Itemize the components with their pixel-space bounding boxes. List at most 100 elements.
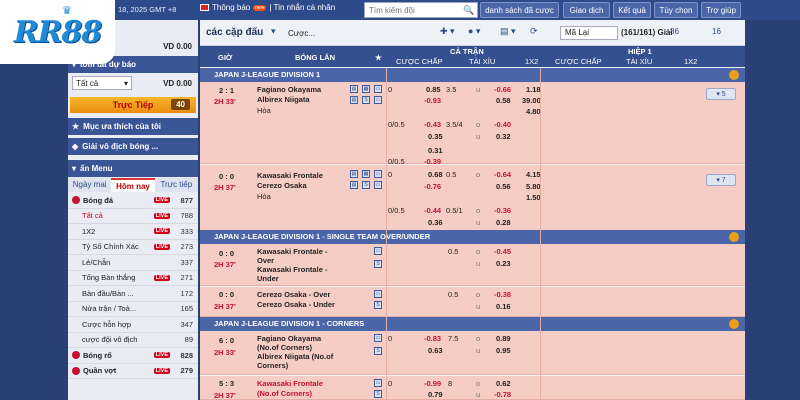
star-icon[interactable]: ★ (375, 53, 382, 62)
search-input[interactable] (365, 3, 461, 17)
odds[interactable]: 0.63 (428, 346, 443, 355)
odds[interactable]: 39.00 (522, 96, 541, 105)
notice-area[interactable]: Thông báo new | Tin nhắn cá nhân (200, 3, 335, 12)
s-icon[interactable]: S (362, 96, 370, 104)
tab-tomorrow[interactable]: Ngày mai (68, 178, 112, 192)
info-icon[interactable]: ● ▾ (468, 26, 480, 37)
odds[interactable]: -0.76 (424, 182, 441, 191)
odds[interactable]: -0.99 (424, 379, 441, 388)
league-header[interactable]: JAPAN J-LEAGUE DIVISION 1 - CORNERS (200, 317, 745, 331)
odds[interactable]: -0.38 (494, 290, 511, 299)
odds[interactable]: 5.80 (526, 182, 541, 191)
odds[interactable]: 0.95 (496, 346, 511, 355)
league-header[interactable]: JAPAN J-LEAGUE DIVISION 1 (200, 68, 745, 82)
odds[interactable]: -0.36 (494, 206, 511, 215)
favorites-header[interactable]: ★ Mục ưa thích của tôi (68, 118, 198, 135)
stats-icon[interactable]: ▤ (350, 96, 358, 104)
s-icon[interactable]: S (362, 181, 370, 189)
sidebar-item[interactable]: Bóng rổ LIVE 828 (68, 348, 198, 364)
search-icon[interactable]: 🔍 (461, 3, 477, 17)
stats-icon[interactable]: ▤ (350, 181, 358, 189)
odds[interactable]: -0.44 (424, 206, 441, 215)
odds[interactable]: 0.23 (496, 259, 511, 268)
chevron-down-icon[interactable]: ▾ (271, 26, 276, 37)
tv-icon[interactable]: ▭ (374, 170, 382, 178)
logo[interactable]: ♛ RR88 (0, 0, 115, 64)
odds[interactable]: 0.85 (426, 85, 441, 94)
stats-icon[interactable]: ▤ (350, 85, 358, 93)
odds[interactable]: -0.66 (494, 85, 511, 94)
s-icon[interactable]: S (374, 390, 382, 398)
notice-link[interactable]: Thông báo (212, 3, 250, 12)
sidebar-item[interactable]: Tổng Bàn thắng LIVE 271 (68, 271, 198, 286)
add-icon[interactable]: ✚ ▾ (440, 26, 455, 37)
search-box[interactable]: 🔍 (364, 2, 478, 18)
refresh-icon[interactable] (729, 319, 739, 329)
odds[interactable]: 0.58 (496, 96, 511, 105)
tv-icon[interactable]: ▭ (374, 247, 382, 255)
s-icon[interactable]: S (374, 301, 382, 309)
refresh-icon[interactable]: ⟳ (530, 26, 538, 37)
odds[interactable]: 0.62 (496, 379, 511, 388)
sidebar-item[interactable]: cược đội vô địch 89 (68, 333, 198, 348)
tab-today[interactable]: Hôm nay (111, 178, 155, 192)
odds[interactable]: -0.40 (494, 120, 511, 129)
odds[interactable]: 0.32 (496, 132, 511, 141)
options-button[interactable]: Tùy chọn (654, 2, 698, 18)
field-icon[interactable]: ▦ (362, 85, 370, 93)
more-bets-button[interactable]: ▾ 7 (706, 174, 736, 186)
tv-icon[interactable]: ▭ (374, 290, 382, 298)
champion-header[interactable]: ◆ Giải vô địch bóng ... (68, 138, 198, 155)
odds[interactable]: -0.43 (424, 120, 441, 129)
s-icon[interactable]: S (374, 260, 382, 268)
sidebar-item[interactable]: Bóng đá LIVE 877 (68, 193, 198, 209)
tv-icon[interactable]: ▭ (374, 181, 382, 189)
sidebar-item[interactable]: Nửa trận / Toà... 165 (68, 302, 198, 317)
refresh-icon[interactable] (729, 232, 739, 242)
more-bets-button[interactable]: ▾ 5 (706, 88, 736, 100)
league-count[interactable]: (161/161) Giải (621, 28, 673, 37)
odds[interactable]: 0.79 (428, 390, 443, 399)
layout-icon[interactable]: ▤ ▾ (500, 26, 516, 37)
odds[interactable]: -0.64 (494, 170, 511, 179)
odds[interactable]: 0.36 (428, 218, 443, 227)
odds[interactable]: -0.93 (424, 96, 441, 105)
odds[interactable]: 0.35 (428, 132, 443, 141)
odds[interactable]: 0.89 (496, 334, 511, 343)
live-button[interactable]: Trực Tiếp 40 (70, 97, 196, 113)
odds[interactable]: -0.45 (494, 247, 511, 256)
sidebar-item[interactable]: Tỷ Số Chính Xác LIVE 273 (68, 240, 198, 255)
bet-list-button[interactable]: danh sách đã cược (480, 2, 559, 18)
odds[interactable]: -0.83 (424, 334, 441, 343)
odds[interactable]: 0.28 (496, 218, 511, 227)
transactions-button[interactable]: Giao dịch (563, 2, 610, 18)
sidebar-item[interactable]: 1X2 LIVE 333 (68, 224, 198, 240)
tv-icon[interactable]: ▭ (374, 85, 382, 93)
tv-icon[interactable]: ▭ (374, 379, 382, 387)
odds[interactable]: 4.15 (526, 170, 541, 179)
sidebar-item[interactable]: Bàn đầu/Bàn ... 172 (68, 286, 198, 302)
tab-live[interactable]: Trực tiếp (154, 178, 198, 192)
refresh-icon[interactable] (729, 70, 739, 80)
field-icon[interactable]: ▦ (362, 170, 370, 178)
odds[interactable]: 0.16 (496, 302, 511, 311)
odds[interactable]: 0.56 (496, 182, 511, 191)
tv-icon[interactable]: ▭ (374, 96, 382, 104)
odds[interactable]: 0.68 (428, 170, 443, 179)
odds[interactable]: 1.50 (526, 193, 541, 202)
sidebar-item[interactable]: Quần vợt LIVE 279 (68, 364, 198, 379)
odds[interactable]: -0.78 (494, 390, 511, 399)
sidebar-item[interactable]: Cược hỗn hợp 347 (68, 317, 198, 333)
sidebar-item[interactable]: Lẻ/Chẵn 337 (68, 255, 198, 271)
bet-type-select[interactable]: Cược... (288, 29, 315, 38)
odds[interactable]: 4.80 (526, 107, 541, 116)
tv-icon[interactable]: ▭ (374, 334, 382, 342)
hide-menu-header[interactable]: ▾ ẩn Menu (68, 160, 198, 177)
league-header[interactable]: JAPAN J-LEAGUE DIVISION 1 - SINGLE TEAM … (200, 230, 745, 244)
s-icon[interactable]: S (374, 347, 382, 355)
messages-link[interactable]: | Tin nhắn cá nhân (269, 3, 335, 12)
stats-icon[interactable]: ▤ (350, 170, 358, 178)
sidebar-item[interactable]: Tất cả LIVE 788 (68, 209, 198, 224)
results-button[interactable]: Kết quả (613, 2, 651, 18)
sort-select[interactable]: Mã Lại (560, 26, 618, 40)
